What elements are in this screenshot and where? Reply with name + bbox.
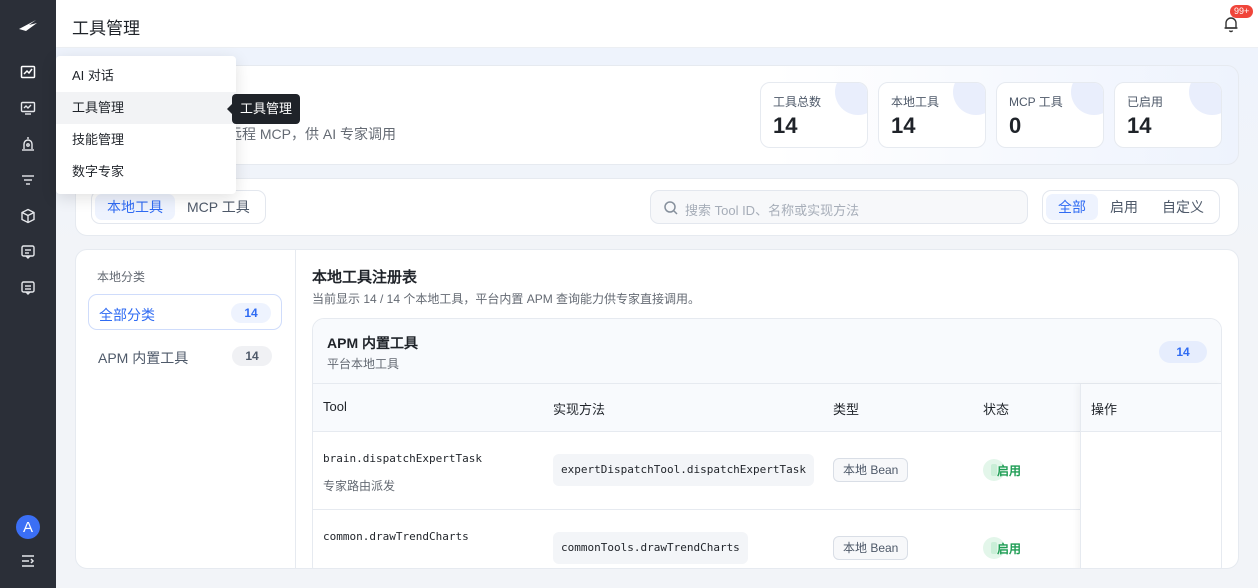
stat-value: 0 <box>1009 113 1022 138</box>
tool-id: brain.dispatchExpertTask <box>323 452 482 465</box>
menu-item-tool-management[interactable]: 工具管理 <box>56 92 236 124</box>
type-tag: 本地 Bean <box>833 458 909 482</box>
message-icon[interactable] <box>16 240 40 264</box>
tool-group: APM 内置工具 平台本地工具 14 Tool 实现方法 类型 状态 操作 br… <box>312 318 1222 568</box>
column-header: 实现方法 <box>553 402 606 417</box>
table-row[interactable]: common.drawTrendCharts commonTools.drawT… <box>313 510 1080 568</box>
logo-icon[interactable] <box>16 14 40 38</box>
status-badge: 启用 <box>983 537 1021 559</box>
document-icon[interactable] <box>16 276 40 300</box>
search-box[interactable]: 搜索 Tool ID、名称或实现方法 <box>650 190 1028 224</box>
filter-enabled[interactable]: 启用 <box>1098 194 1150 220</box>
registry-subtitle: 当前显示 14 / 14 个本地工具，平台内置 APM 查询能力供专家直接调用。 <box>312 292 701 306</box>
actions-column <box>1080 384 1221 568</box>
avatar[interactable]: A <box>16 515 40 539</box>
table-row[interactable]: brain.dispatchExpertTask 专家路由派发 expertDi… <box>313 432 1080 510</box>
category-label: 全部分类 <box>99 307 155 323</box>
group-count: 14 <box>1159 341 1207 363</box>
column-header: 状态 <box>983 402 1010 417</box>
search-icon <box>663 200 679 216</box>
menu-item-ai-chat[interactable]: AI 对话 <box>56 60 236 92</box>
monitor-icon[interactable] <box>16 96 40 120</box>
tab-local-tools[interactable]: 本地工具 <box>95 194 175 220</box>
stat-mcp: MCP 工具 0 <box>996 82 1104 148</box>
status-badge: 启用 <box>983 459 1021 481</box>
method-code: commonTools.drawTrendCharts <box>553 532 748 564</box>
stat-total: 工具总数 14 <box>760 82 868 148</box>
status-filter: 全部 启用 自定义 <box>1042 190 1220 224</box>
stat-label: 工具总数 <box>773 95 822 109</box>
alarm-icon[interactable] <box>16 132 40 156</box>
content-card: 本地分类 全部分类 14 APM 内置工具 14 本地工具注册表 当前显示 14… <box>75 249 1239 569</box>
divider <box>295 250 296 568</box>
menu-item-digital-expert[interactable]: 数字专家 <box>56 156 236 188</box>
status-label: 启用 <box>997 541 1022 556</box>
nav-flyout-menu: AI 对话 工具管理 技能管理 数字专家 <box>56 56 236 194</box>
tool-description: 专家路由派发 <box>323 479 396 493</box>
group-title: APM 内置工具 <box>327 335 418 351</box>
stat-value: 14 <box>891 113 916 138</box>
category-count: 14 <box>231 303 271 323</box>
search-input[interactable]: 搜索 Tool ID、名称或实现方法 <box>685 200 859 219</box>
toolbar: 本地工具 MCP 工具 搜索 Tool ID、名称或实现方法 全部 启用 自定义 <box>75 178 1239 236</box>
column-header: Tool <box>323 399 347 414</box>
stat-value: 14 <box>773 113 798 138</box>
tab-mcp-tools[interactable]: MCP 工具 <box>175 194 262 220</box>
main-content: 能力与远程 MCP，供 AI 专家调用 工具总数 14 本地工具 14 MCP … <box>56 48 1258 588</box>
sidebar: A <box>0 0 56 588</box>
filter-all[interactable]: 全部 <box>1046 194 1098 220</box>
page-title: 工具管理 <box>72 19 140 38</box>
stat-label: 已启用 <box>1127 95 1164 109</box>
column-header: 类型 <box>833 402 860 417</box>
notification-badge: 99+ <box>1230 5 1254 18</box>
category-apm[interactable]: APM 内置工具 14 <box>88 338 282 374</box>
stat-label: MCP 工具 <box>1009 95 1063 109</box>
filter-custom[interactable]: 自定义 <box>1150 194 1216 220</box>
collapse-icon[interactable] <box>16 549 40 573</box>
chat-analytics-icon[interactable] <box>16 60 40 84</box>
tooltip: 工具管理 <box>226 94 301 124</box>
group-subtitle: 平台本地工具 <box>327 357 400 371</box>
type-tag: 本地 Bean <box>833 536 909 560</box>
method-code: expertDispatchTool.dispatchExpertTask <box>553 454 815 486</box>
category-all[interactable]: 全部分类 14 <box>88 294 282 330</box>
group-header: APM 内置工具 平台本地工具 14 <box>313 319 1221 384</box>
source-tabs: 本地工具 MCP 工具 <box>91 190 266 224</box>
menu-item-skill-management[interactable]: 技能管理 <box>56 124 236 156</box>
category-count: 14 <box>232 346 272 366</box>
filter-icon[interactable] <box>16 168 40 192</box>
stat-value: 14 <box>1127 113 1152 138</box>
tool-id: common.drawTrendCharts <box>323 530 469 543</box>
category-title: 本地分类 <box>97 270 146 284</box>
top-bar: 工具管理 99+ <box>56 0 1258 48</box>
stat-enabled: 已启用 14 <box>1114 82 1222 148</box>
category-label: APM 内置工具 <box>98 350 189 366</box>
status-label: 启用 <box>997 463 1022 478</box>
cube-icon[interactable] <box>16 204 40 228</box>
stat-local: 本地工具 14 <box>878 82 986 148</box>
registry-title: 本地工具注册表 <box>312 269 418 286</box>
stat-label: 本地工具 <box>891 95 940 109</box>
